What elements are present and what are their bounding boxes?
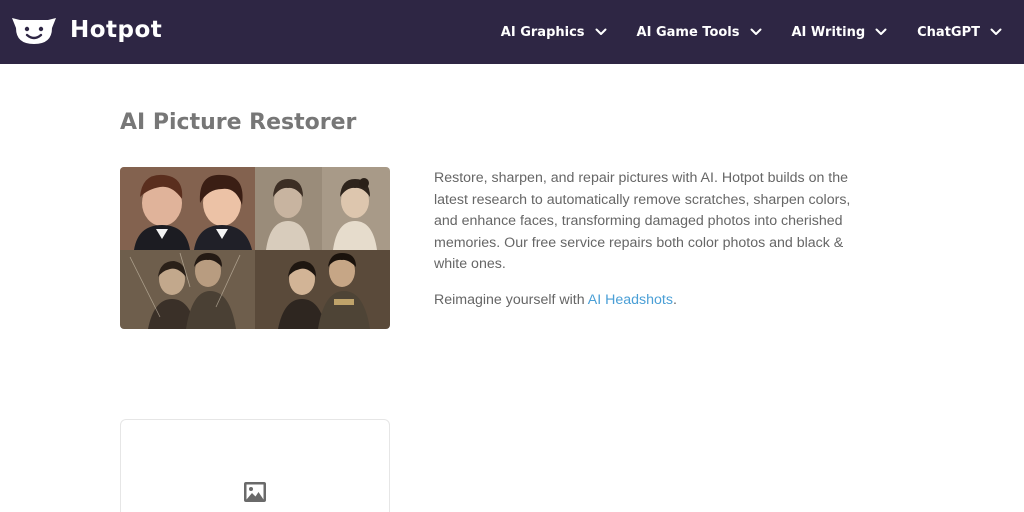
reimagine-prefix: Reimagine yourself with bbox=[434, 291, 588, 308]
nav-chatgpt[interactable]: ChatGPT bbox=[917, 25, 1002, 40]
main-nav: AI Graphics AI Game Tools AI Writing Cha… bbox=[501, 0, 1002, 64]
image-icon bbox=[244, 482, 266, 502]
nav-item-label: AI Graphics bbox=[500, 24, 585, 40]
description-block: Restore, sharpen, and repair pictures wi… bbox=[434, 168, 864, 326]
hotpot-logo-icon bbox=[12, 18, 56, 44]
logo-link[interactable]: Hotpot bbox=[10, 14, 162, 46]
chevron-down-icon bbox=[990, 28, 1002, 35]
nav-ai-writing[interactable]: AI Writing bbox=[792, 25, 888, 40]
chevron-down-icon bbox=[595, 28, 607, 35]
chevron-down-icon bbox=[875, 28, 887, 35]
image-upload-dropzone[interactable] bbox=[120, 419, 390, 512]
reimagine-line: Reimagine yourself with AI Headshots. bbox=[434, 290, 864, 312]
top-navbar: Hotpot AI Graphics AI Game Tools AI Writ… bbox=[0, 0, 1024, 64]
brand-name: Hotpot bbox=[70, 17, 163, 43]
page-title: AI Picture Restorer bbox=[120, 110, 357, 135]
nav-ai-graphics[interactable]: AI Graphics bbox=[501, 25, 607, 40]
restored-photos-collage bbox=[120, 167, 390, 329]
reimagine-suffix: . bbox=[672, 291, 677, 308]
nav-item-label: AI Writing bbox=[791, 24, 866, 40]
chevron-down-icon bbox=[750, 28, 761, 35]
nav-item-label: AI Game Tools bbox=[636, 24, 740, 40]
nav-ai-game-tools[interactable]: AI Game Tools bbox=[637, 25, 762, 40]
ai-headshots-link[interactable]: AI Headshots bbox=[588, 292, 673, 308]
nav-item-label: ChatGPT bbox=[917, 24, 980, 40]
description-text: Restore, sharpen, and repair pictures wi… bbox=[434, 170, 851, 273]
